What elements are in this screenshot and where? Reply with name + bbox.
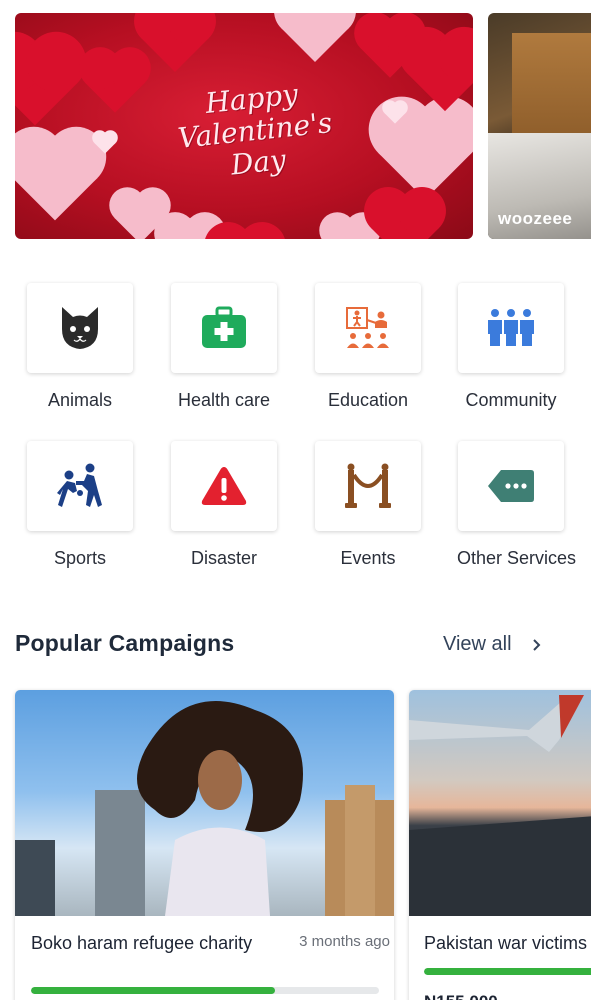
category-label: Animals [47,390,113,410]
rope-barrier-icon [345,463,391,508]
banner-watermark: woozeee [498,209,573,228]
campaign-progress-fill [31,987,275,994]
sports-players-icon [57,463,102,507]
campaign-amount: N155,000 [424,992,498,1000]
category-icon-box[interactable] [27,441,133,531]
more-tag-icon [488,470,534,502]
category-events[interactable]: Events [314,441,422,569]
category-icon-box[interactable] [171,441,277,531]
heart-decoration [85,53,145,113]
campaign-time: 3 months ago [299,933,390,950]
chevron-right-icon [532,638,540,651]
category-label: Sports [53,548,107,568]
first-aid-kit-icon [202,306,246,348]
banner-woozeee[interactable]: woozeee [488,13,591,239]
category-label: Events [340,548,396,568]
warning-triangle-icon [201,467,247,505]
campaign-image [15,690,394,916]
category-icon-box[interactable] [315,283,421,373]
category-label: Other Services [457,548,577,568]
category-label: Education [327,390,409,410]
category-disaster[interactable]: Disaster [170,441,278,569]
campaign-title: Pakistan war victims [424,933,588,953]
campaign-progress-fill [424,968,591,975]
campaign-progress [31,987,379,994]
category-label: Disaster [190,548,257,568]
people-group-icon [488,309,534,346]
category-icon-box[interactable] [171,283,277,373]
campaign-photo [15,701,394,916]
category-sports[interactable]: Sports [26,441,134,569]
category-icon-box[interactable] [458,283,564,373]
view-all-label: View all [443,633,512,655]
campaign-card[interactable]: Pakistan war victims N155,000 [409,690,591,1000]
heart-decoration [15,40,78,126]
banner-valentine[interactable]: Happy Valentine's Day [15,13,473,239]
view-all-link[interactable]: View all [443,633,542,656]
category-label: Health care [177,390,271,410]
classroom-icon [346,307,389,348]
category-animals[interactable]: Animals [26,283,134,411]
campaign-progress [424,968,591,975]
category-other-services[interactable]: Other Services [457,441,577,569]
cat-icon [62,307,98,349]
campaign-photo [409,695,591,916]
category-label: Community [465,390,557,410]
category-icon-box[interactable] [315,441,421,531]
category-education[interactable]: Education [314,283,422,411]
category-community[interactable]: Community [457,283,565,411]
heart-decoration [281,13,349,62]
category-icon-box[interactable] [458,441,564,531]
campaign-card[interactable]: Boko haram refugee charity 3 months ago [15,690,394,1000]
category-health-care[interactable]: Health care [170,283,278,411]
banner-headline: Happy Valentine's Day [176,77,334,182]
heart-decoration [371,194,439,239]
campaign-title: Boko haram refugee charity [31,933,253,953]
heart-decoration [15,135,98,221]
heart-decoration [141,13,209,72]
heart-decoration [211,229,279,239]
campaign-image [409,690,591,916]
category-icon-box[interactable] [27,283,133,373]
section-title-popular-campaigns: Popular Campaigns [15,630,235,656]
